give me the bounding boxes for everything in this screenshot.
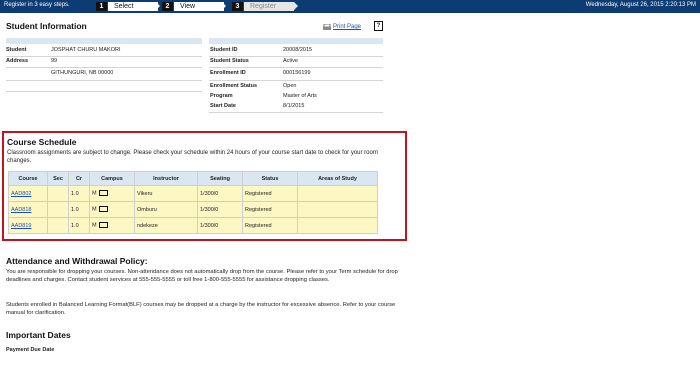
step-select[interactable]: 1 Select — [96, 2, 160, 11]
program-value: Master of Arts — [283, 93, 317, 99]
table-row: AAD818 1.0 M Omburu 1/300/0 Registered — [8, 201, 378, 218]
instructor-cell: Vikeru — [134, 185, 198, 202]
course-schedule-title: Course Schedule — [7, 137, 77, 147]
step-number: 1 — [96, 2, 107, 11]
print-page-link[interactable]: Print Page — [333, 24, 361, 30]
campus-building-icon — [98, 222, 108, 229]
table-row: AAD819 1.0 M ndekeze 1/300/0 Registered — [8, 217, 378, 234]
divider — [6, 91, 202, 92]
program-label: Program — [210, 93, 233, 99]
sec-cell — [47, 201, 69, 218]
cr-cell: 1.0 — [68, 185, 90, 202]
sec-cell — [47, 217, 69, 234]
campus-code: M — [92, 222, 97, 229]
divider — [209, 80, 383, 81]
col-campus: Campus — [89, 171, 135, 186]
student-info-header-right — [209, 38, 383, 44]
campus-cell: M — [89, 201, 135, 218]
col-status: Status — [242, 171, 298, 186]
col-seating: Seating — [197, 171, 243, 186]
campus-code: M — [92, 206, 97, 213]
step-label: View — [174, 2, 224, 11]
student-status-value: Active — [283, 58, 298, 64]
student-id-value: 20008/2015 — [283, 47, 313, 53]
areas-cell — [297, 217, 378, 234]
print-icon[interactable] — [323, 24, 331, 31]
step-number: 2 — [162, 2, 173, 11]
campus-building-icon — [98, 206, 108, 213]
student-label: Student — [6, 47, 27, 53]
cr-cell: 1.0 — [68, 217, 90, 234]
student-name: JOSPHAT CHURU MAKORI — [51, 47, 121, 53]
top-bar: Register in 3 easy steps. 1 Select 2 Vie… — [0, 0, 700, 13]
register-steps-text: Register in 3 easy steps. — [4, 2, 70, 8]
col-instructor: Instructor — [134, 171, 198, 186]
schedule-note: Classroom assignments are subject to cha… — [7, 150, 378, 164]
attendance-paragraph-1: You are responsible for dropping your co… — [6, 269, 398, 283]
course-link[interactable]: AAD802 — [11, 191, 32, 197]
start-date-label: Start Date — [210, 103, 236, 109]
address-label: Address — [6, 58, 29, 64]
col-cr: Cr — [68, 171, 90, 186]
campus-building-icon — [98, 190, 108, 197]
step-register: 3 Register — [232, 2, 298, 11]
sec-cell — [47, 185, 69, 202]
step-arrow — [294, 2, 298, 10]
campus-code: M — [92, 190, 97, 197]
enrollment-status-label: Enrollment Status — [210, 83, 258, 89]
col-sec: Sec — [47, 171, 69, 186]
step-arrow — [222, 2, 226, 10]
table-header-row: Course Sec Cr Campus Instructor Seating … — [8, 171, 378, 186]
enrollment-status-value: Open — [283, 83, 297, 89]
course-link[interactable]: AAD819 — [11, 223, 32, 229]
divider — [6, 67, 202, 68]
areas-cell — [297, 201, 378, 218]
step-label: Register — [244, 2, 294, 11]
campus-cell: M — [89, 185, 135, 202]
seating-cell: 1/300/0 — [197, 217, 243, 234]
divider — [209, 112, 383, 113]
status-cell: Registered — [242, 185, 298, 202]
divider — [6, 80, 202, 81]
step-arrow — [156, 2, 160, 10]
course-schedule-table: Course Sec Cr Campus Instructor Seating … — [8, 171, 378, 234]
table-row: AAD802 1.0 M Vikeru 1/300/0 Registered — [8, 185, 378, 202]
date-time: Wednesday, August 26, 2015 2:20:13 PM — [585, 2, 696, 8]
attendance-paragraph-2: Students enrolled in Balanced Learning F… — [6, 302, 396, 316]
student-info-title: Student Information — [6, 21, 87, 31]
student-info-header-left — [6, 38, 202, 44]
seating-cell: 1/300/0 — [197, 201, 243, 218]
divider — [209, 67, 383, 68]
attendance-policy-title: Attendance and Withdrawal Policy: — [6, 256, 148, 266]
cr-cell: 1.0 — [68, 201, 90, 218]
enrollment-id-value: 000156199 — [283, 70, 311, 76]
status-cell: Registered — [242, 217, 298, 234]
enrollment-id-label: Enrollment ID — [210, 70, 246, 76]
step-view[interactable]: 2 View — [162, 2, 226, 11]
campus-cell: M — [89, 217, 135, 234]
step-number: 3 — [232, 2, 243, 11]
col-areas-of-study: Areas of Study — [297, 171, 378, 186]
status-cell: Registered — [242, 201, 298, 218]
address-line-1: 99 — [51, 58, 58, 64]
seating-cell: 1/300/0 — [197, 185, 243, 202]
course-link[interactable]: AAD818 — [11, 207, 32, 213]
step-label: Select — [108, 2, 158, 11]
instructor-cell: ndekeze — [134, 217, 198, 234]
col-course: Course — [8, 171, 48, 186]
areas-cell — [297, 185, 378, 202]
address-line-2: GITHUNGURI, NB 00000 — [51, 70, 114, 76]
divider — [209, 56, 383, 57]
start-date-value: 8/1/2015 — [283, 103, 305, 109]
payment-due-date-label: Payment Due Date — [6, 347, 55, 353]
important-dates-title: Important Dates — [6, 330, 71, 340]
student-id-label: Student ID — [210, 47, 238, 53]
help-icon[interactable]: ? — [374, 21, 383, 31]
divider — [6, 56, 202, 57]
student-status-label: Student Status — [210, 58, 249, 64]
instructor-cell: Omburu — [134, 201, 198, 218]
